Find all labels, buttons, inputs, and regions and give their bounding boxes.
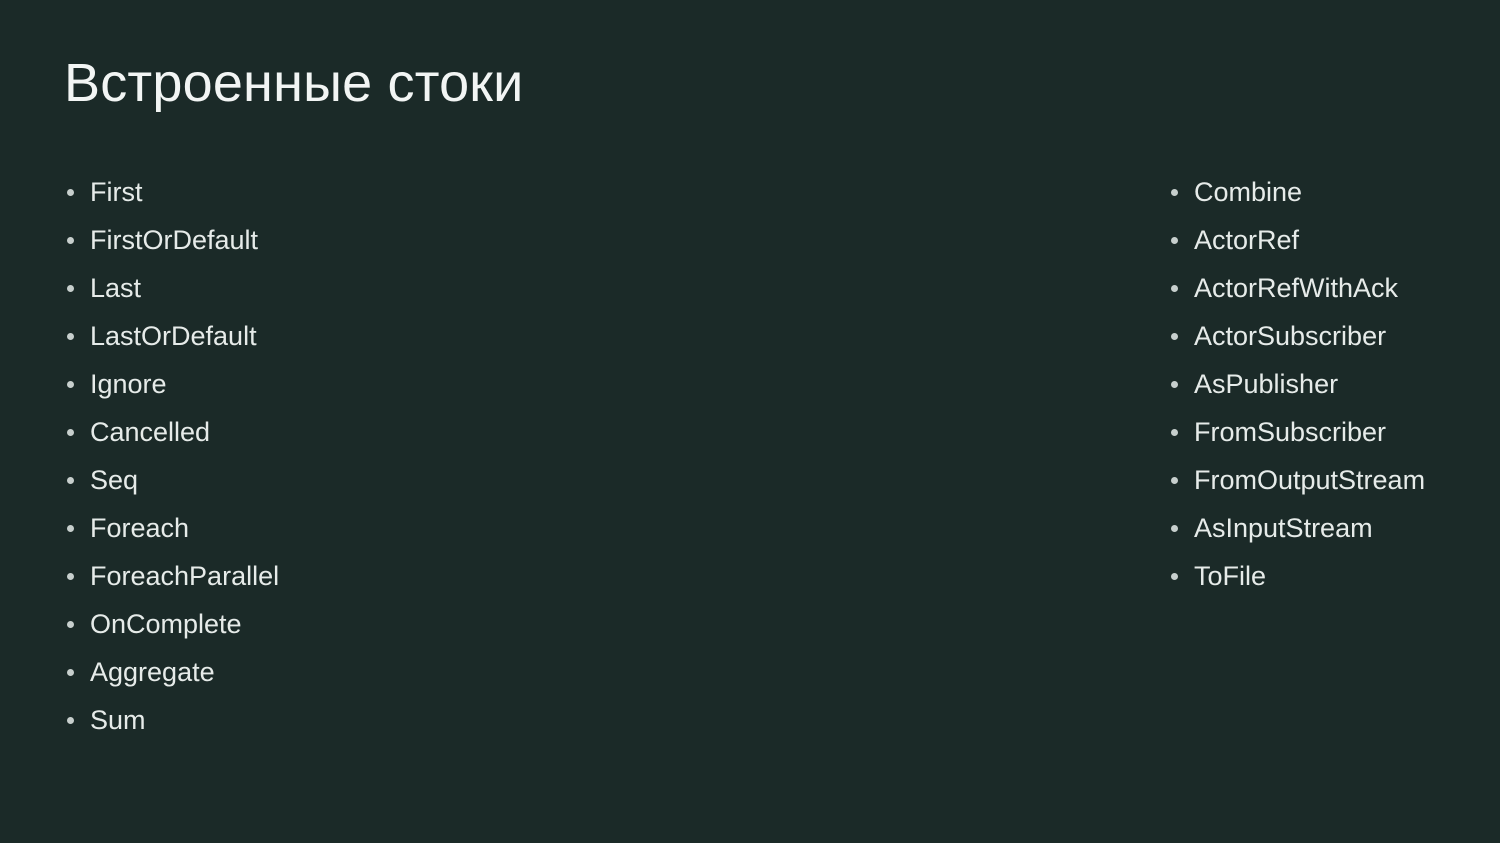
list-item[interactable]: ActorSubscriber [1168,312,1386,360]
list-item-label: Last [90,273,142,303]
list-item[interactable]: Seq [64,456,614,504]
list-item-label: LastOrDefault [90,321,257,351]
bullet-dot-icon [67,285,74,292]
list-item[interactable]: LastOrDefault [64,312,614,360]
bullet-dot-icon [67,429,74,436]
list-item-label: First [90,177,143,207]
list-item-label: Aggregate [90,657,215,687]
list-item-label: Seq [90,465,139,495]
bullet-dot-icon [67,621,74,628]
list-item-label: Ignore [90,369,167,399]
list-item-label: FromSubscriber [1194,417,1387,447]
list-item[interactable]: FirstOrDefault [64,216,614,264]
list-item[interactable]: Ignore [64,360,614,408]
list-item-label: ToFile [1194,561,1267,591]
bullet-dot-icon [67,381,74,388]
list-item[interactable]: FromSubscriber [1168,408,1386,456]
list-item[interactable]: ActorRefWithAck [1168,264,1398,312]
list-item-label: Foreach [90,513,190,543]
list-item[interactable]: Last [64,264,614,312]
bullet-dot-icon [67,477,74,484]
bullet-dot-icon [1171,285,1178,292]
bullet-dot-icon [1171,573,1178,580]
right-column: Combine ActorRef ActorRefWithAck ActorSu… [614,168,1425,600]
list-item[interactable]: OnComplete [64,600,614,648]
list-item[interactable]: ForeachParallel [64,552,614,600]
bullet-dot-icon [1171,333,1178,340]
page-title: Встроенные стоки [64,53,524,113]
bullet-dot-icon [67,573,74,580]
list-item[interactable]: Foreach [64,504,614,552]
list-item-label: Combine [1194,177,1303,207]
bullet-dot-icon [67,189,74,196]
list-item-label: FromOutputStream [1194,465,1426,495]
bullet-dot-icon [67,717,74,724]
bullet-dot-icon [1171,237,1178,244]
list-item-label: FirstOrDefault [90,225,259,255]
list-item-label: AsPublisher [1194,369,1339,399]
bullet-dot-icon [1171,477,1178,484]
list-item-label: ActorRef [1194,225,1300,255]
left-column: First FirstOrDefault Last LastOrDefault … [64,168,614,744]
list-item[interactable]: AsPublisher [1168,360,1374,408]
list-item[interactable]: FromOutputStream [1168,456,1425,504]
bullet-dot-icon [1171,525,1178,532]
list-item-label: OnComplete [90,609,242,639]
list-item[interactable]: Combine [1168,168,1374,216]
right-bullet-list: Combine ActorRef ActorRefWithAck ActorSu… [1168,168,1425,600]
bullet-dot-icon [67,333,74,340]
list-item[interactable]: First [64,168,614,216]
list-item[interactable]: Cancelled [64,408,614,456]
bullet-dot-icon [1171,189,1178,196]
list-item[interactable]: ToFile [1168,552,1374,600]
bullet-dot-icon [67,237,74,244]
bullet-dot-icon [1171,429,1178,436]
bullet-dot-icon [67,525,74,532]
bullet-dot-icon [67,669,74,676]
left-bullet-list: First FirstOrDefault Last LastOrDefault … [64,168,614,744]
list-item-label: AsInputStream [1194,513,1373,543]
list-item-label: ActorSubscriber [1194,321,1387,351]
list-item[interactable]: Aggregate [64,648,614,696]
list-item[interactable]: AsInputStream [1168,504,1374,552]
list-item[interactable]: ActorRef [1168,216,1374,264]
slide: Встроенные стоки First FirstOrDefault La… [0,0,1500,843]
list-item[interactable]: Sum [64,696,614,744]
bullet-dot-icon [1171,381,1178,388]
list-item-label: ActorRefWithAck [1194,273,1399,303]
list-item-label: Sum [90,705,146,735]
slide-content: First FirstOrDefault Last LastOrDefault … [64,168,1440,744]
list-item-label: ForeachParallel [90,561,280,591]
list-item-label: Cancelled [90,417,211,447]
